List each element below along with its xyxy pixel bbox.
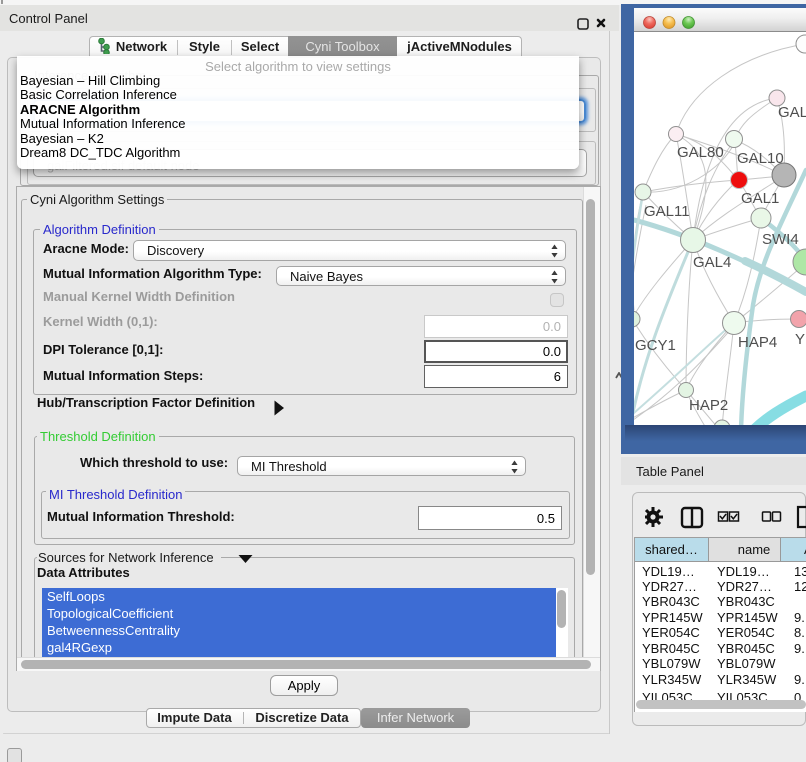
- svg-text:GAL4: GAL4: [693, 254, 731, 271]
- svg-text:GAL1: GAL1: [741, 190, 779, 207]
- svg-text:GAL2: GAL2: [778, 104, 806, 121]
- svg-text:SWI4: SWI4: [762, 231, 799, 248]
- svg-text:GCY1: GCY1: [635, 337, 676, 354]
- svg-text:YL: YL: [795, 331, 806, 348]
- svg-text:HAP4: HAP4: [738, 334, 777, 351]
- svg-text:GAL80: GAL80: [677, 144, 724, 161]
- svg-text:GAL11: GAL11: [644, 203, 690, 220]
- svg-text:GAL10: GAL10: [737, 150, 784, 167]
- svg-text:HAP2: HAP2: [689, 397, 728, 414]
